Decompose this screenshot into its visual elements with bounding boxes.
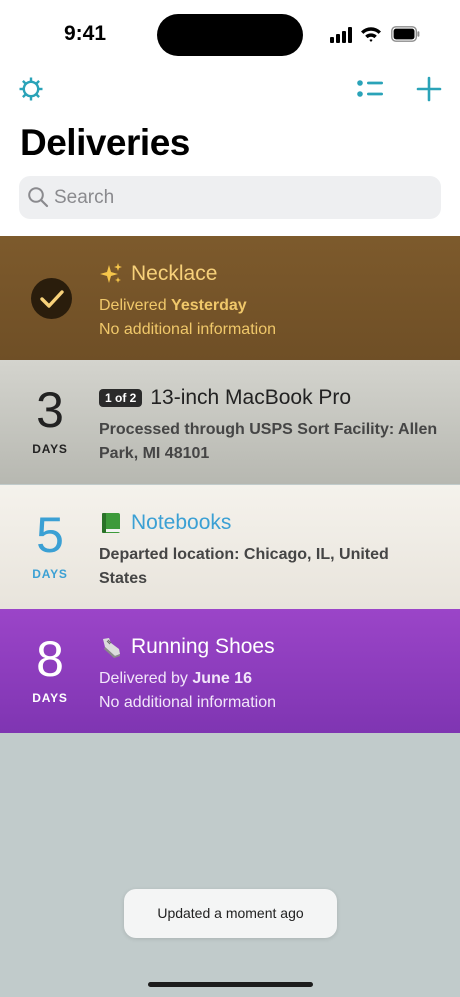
- delivery-row[interactable]: 5 DAYS Notebooks Departed location: Chic…: [0, 485, 460, 609]
- running-shoe-icon: [99, 635, 123, 659]
- delivery-row[interactable]: 8 DAYS Running Shoes Delivered by June 1…: [0, 609, 460, 733]
- status-bar: 9:41: [0, 0, 460, 64]
- add-delivery-icon[interactable]: [416, 76, 442, 102]
- dynamic-island: [157, 14, 303, 56]
- delivery-row[interactable]: Necklace Delivered Yesterday No addition…: [0, 236, 460, 360]
- delivery-name: 13-inch MacBook Pro: [150, 386, 352, 409]
- delivery-name: Running Shoes: [131, 635, 275, 658]
- green-book-icon: [99, 511, 123, 535]
- delivery-name: Notebooks: [131, 511, 232, 534]
- package-count-badge: 1 of 2: [99, 389, 143, 407]
- status-prefix: Delivered by: [99, 670, 188, 687]
- status-time: 9:41: [64, 22, 107, 45]
- delivery-row[interactable]: 3 DAYS 1 of 2 13-inch MacBook Pro Proces…: [0, 360, 460, 484]
- status-emphasis: Yesterday: [171, 297, 247, 314]
- days-label: DAYS: [32, 691, 68, 705]
- delivery-info: No additional information: [99, 321, 276, 338]
- page-title: Deliveries: [20, 122, 190, 163]
- days-label: DAYS: [32, 567, 68, 581]
- search-bar[interactable]: Search: [19, 176, 441, 219]
- delivery-name: Necklace: [131, 262, 218, 285]
- home-indicator[interactable]: [148, 982, 313, 987]
- header-area: 9:41 Deliveries Search: [0, 0, 460, 236]
- delivery-status: Processed through USPS Sort Facility: Al…: [99, 421, 438, 462]
- days-count: 8: [36, 631, 64, 687]
- delivery-status: Delivered by June 16: [99, 667, 439, 691]
- battery-icon: [391, 26, 420, 42]
- delivery-info: No additional information: [99, 694, 276, 711]
- sparkles-icon: [99, 262, 123, 286]
- search-placeholder: Search: [54, 187, 115, 208]
- delivery-status: Departed location: Chicago, IL, United S…: [99, 546, 389, 587]
- days-count: 5: [36, 507, 64, 563]
- delivered-check-icon: [31, 278, 72, 319]
- wifi-icon: [361, 27, 381, 42]
- list-options-icon[interactable]: [356, 78, 384, 100]
- days-label: DAYS: [32, 442, 68, 456]
- cellular-signal-icon: [330, 27, 354, 43]
- status-emphasis: June 16: [192, 670, 252, 687]
- status-prefix: Delivered: [99, 297, 167, 314]
- settings-gear-icon[interactable]: [18, 76, 44, 102]
- days-count: 3: [36, 382, 64, 438]
- update-toast: Updated a moment ago: [124, 889, 337, 938]
- delivery-status: Delivered Yesterday: [99, 294, 439, 318]
- search-icon: [28, 187, 49, 208]
